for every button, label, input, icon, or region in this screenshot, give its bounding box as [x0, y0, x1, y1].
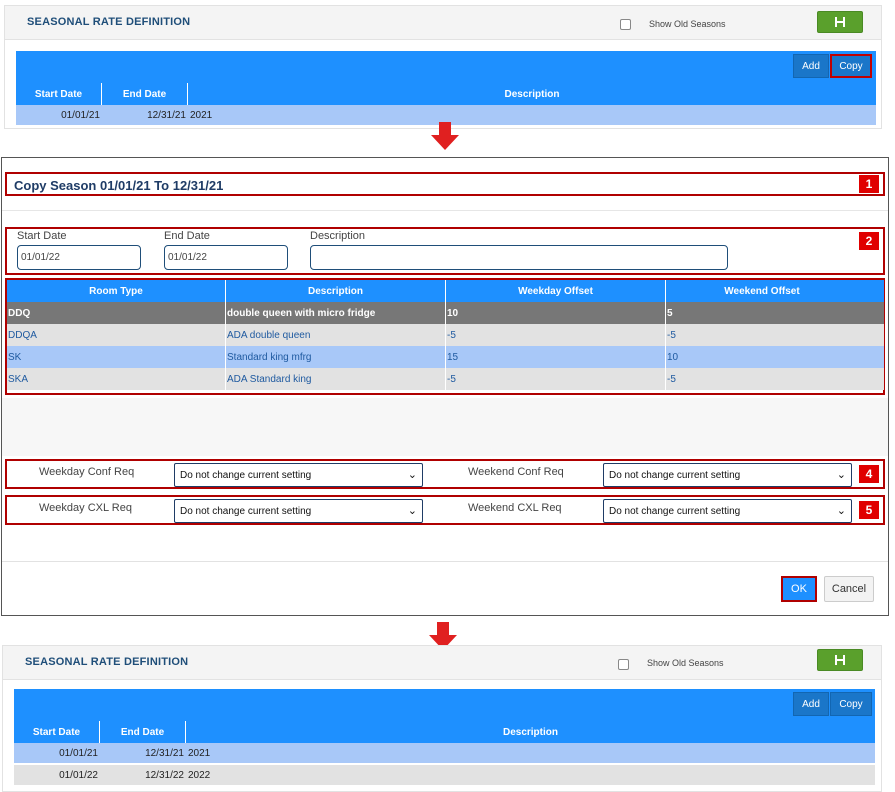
row-start: 01/01/22	[59, 769, 98, 781]
weekend-conf-select[interactable]: Do not change current setting ⌄	[603, 463, 852, 487]
room-type: DDQA	[7, 324, 226, 346]
cancel-button[interactable]: Cancel	[824, 576, 874, 602]
table-row[interactable]: 01/01/21 12/31/21 2021	[14, 743, 875, 763]
room-weekday: -5	[446, 368, 666, 390]
col-end-date: End Date	[100, 721, 186, 743]
room-type: SK	[7, 346, 226, 368]
description-input[interactable]	[310, 245, 728, 270]
toolbar-bar	[14, 689, 875, 721]
room-description: double queen with micro fridge	[226, 302, 446, 324]
panel-title: SEASONAL RATE DEFINITION	[27, 16, 191, 28]
room-weekend: 10	[667, 351, 679, 363]
panel-title: SEASONAL RATE DEFINITION	[25, 656, 189, 668]
table-header: Start Date End Date Description	[14, 721, 875, 743]
copy-season-dialog: Copy Season 01/01/21 To 12/31/21 1 2 Sta…	[1, 157, 889, 616]
table-header: Start Date End Date Description	[16, 83, 876, 105]
col-description: Description	[504, 88, 560, 100]
add-button[interactable]: Add	[793, 54, 829, 78]
col-end-date: End Date	[102, 83, 188, 105]
weekend-cxl-select[interactable]: Do not change current setting ⌄	[603, 499, 852, 523]
col-room-description: Description	[226, 280, 446, 302]
room-weekend: -5	[667, 329, 676, 341]
room-description: ADA double queen	[226, 324, 446, 346]
room-type: DDQ	[7, 302, 226, 324]
start-date-label: Start Date	[17, 230, 67, 242]
col-room-type: Room Type	[7, 280, 226, 302]
chevron-down-icon: ⌄	[407, 469, 417, 481]
toolbar-bar	[16, 51, 876, 83]
copy-button[interactable]: Copy	[830, 54, 872, 78]
save-icon	[835, 655, 845, 665]
show-old-seasons-checkbox[interactable]	[618, 659, 629, 670]
dialog-title: Copy Season 01/01/21 To 12/31/21	[14, 178, 224, 193]
bottom-seasonal-panel: SEASONAL RATE DEFINITION Show Old Season…	[2, 645, 882, 792]
badge-2: 2	[859, 232, 879, 250]
badge-5: 5	[859, 501, 879, 519]
room-type: SKA	[7, 368, 226, 390]
panel-header: SEASONAL RATE DEFINITION Show Old Season…	[3, 646, 881, 680]
weekend-conf-label: Weekend Conf Req	[468, 466, 564, 478]
row-description: 2021	[188, 747, 211, 759]
weekend-cxl-label: Weekend CXL Req	[468, 502, 562, 514]
col-start-date: Start Date	[16, 83, 102, 105]
col-weekday-offset: Weekday Offset	[446, 280, 666, 302]
copy-button[interactable]: Copy	[830, 692, 872, 716]
divider	[2, 210, 888, 211]
weekend-cxl-value: Do not change current setting	[609, 505, 741, 517]
table-row[interactable]: DDQA ADA double queen -5 -5	[7, 324, 884, 346]
save-button[interactable]	[817, 649, 863, 671]
table-row[interactable]: SK Standard king mfrg 15 10	[7, 346, 884, 368]
badge-4: 4	[859, 465, 879, 483]
end-date-label: End Date	[164, 230, 210, 242]
room-table-header-fill	[858, 280, 884, 302]
weekend-conf-value: Do not change current setting	[609, 469, 741, 481]
table-row[interactable]: DDQ double queen with micro fridge 10 5	[7, 302, 884, 324]
room-weekend: -5	[667, 373, 676, 385]
show-old-seasons-label: Show Old Seasons	[649, 19, 726, 29]
col-weekend-offset: Weekend Offset	[724, 285, 800, 297]
weekday-cxl-value: Do not change current setting	[180, 505, 312, 517]
weekday-conf-select[interactable]: Do not change current setting ⌄	[174, 463, 423, 487]
save-icon	[835, 17, 845, 27]
chevron-down-icon: ⌄	[836, 505, 846, 517]
row-end: 12/31/21	[145, 747, 184, 759]
table-row[interactable]: 01/01/22 12/31/22 2022	[14, 765, 875, 785]
ok-button[interactable]: OK	[781, 576, 817, 602]
top-seasonal-panel: SEASONAL RATE DEFINITION Show Old Season…	[4, 5, 882, 129]
table-row[interactable]: SKA ADA Standard king -5 -5	[7, 368, 884, 390]
row-end: 12/31/22	[145, 769, 184, 781]
room-weekend: 5	[667, 307, 673, 319]
row-start: 01/01/21	[61, 109, 100, 121]
room-description: ADA Standard king	[226, 368, 446, 390]
start-date-input[interactable]: 01/01/22	[17, 245, 141, 270]
row-start: 01/01/21	[59, 747, 98, 759]
save-button[interactable]	[817, 11, 863, 33]
row-description: 2021	[190, 109, 213, 121]
col-description: Description	[502, 726, 558, 738]
end-date-input[interactable]: 01/01/22	[164, 245, 288, 270]
chevron-down-icon: ⌄	[407, 505, 417, 517]
weekday-conf-label: Weekday Conf Req	[39, 466, 135, 478]
row-end: 12/31/21	[147, 109, 186, 121]
down-arrow-icon	[431, 122, 459, 150]
table-empty-area	[2, 398, 888, 456]
room-weekday: 10	[446, 302, 666, 324]
room-table-header: Room Type Description Weekday Offset Wee…	[7, 280, 858, 302]
weekday-cxl-label: Weekday CXL Req	[39, 502, 132, 514]
room-weekday: 15	[446, 346, 666, 368]
weekday-cxl-select[interactable]: Do not change current setting ⌄	[174, 499, 423, 523]
col-start-date: Start Date	[14, 721, 100, 743]
room-weekday: -5	[446, 324, 666, 346]
footer-divider	[2, 561, 888, 562]
show-old-seasons-label: Show Old Seasons	[647, 658, 724, 668]
panel-header: SEASONAL RATE DEFINITION Show Old Season…	[5, 6, 881, 40]
chevron-down-icon: ⌄	[836, 469, 846, 481]
room-description: Standard king mfrg	[226, 346, 446, 368]
add-button[interactable]: Add	[793, 692, 829, 716]
weekday-conf-value: Do not change current setting	[180, 469, 312, 481]
show-old-seasons-checkbox[interactable]	[620, 19, 631, 30]
description-label: Description	[310, 230, 366, 242]
badge-1: 1	[859, 175, 879, 193]
row-description: 2022	[188, 769, 211, 781]
